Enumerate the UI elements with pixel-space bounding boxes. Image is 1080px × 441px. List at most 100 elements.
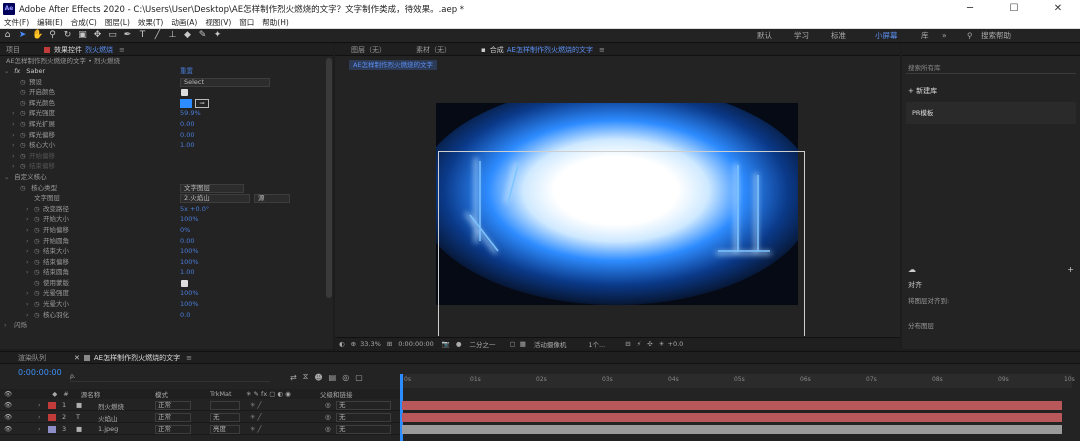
- cloud-icon[interactable]: ☁: [908, 265, 916, 274]
- panel-menu-icon[interactable]: ≡: [599, 46, 605, 54]
- home-icon[interactable]: ⌂: [2, 30, 13, 41]
- expand-arrow-icon[interactable]: ›: [26, 236, 34, 247]
- stopwatch-icon[interactable]: ◷: [20, 108, 29, 119]
- visibility-icon[interactable]: 👁: [4, 425, 12, 433]
- stopwatch-icon[interactable]: ◷: [34, 257, 43, 268]
- magnification-icon[interactable]: ⊕: [351, 340, 356, 348]
- stopwatch-icon[interactable]: ◷: [34, 225, 43, 236]
- flowchart-icon[interactable]: ✣: [647, 340, 652, 348]
- text-layer-dropdown[interactable]: 2.火焰山: [180, 194, 250, 204]
- workspace-small-screen[interactable]: 小屏幕: [875, 29, 898, 43]
- shy-layers-icon[interactable]: ☻: [314, 373, 322, 382]
- stopwatch-icon[interactable]: ◷: [34, 288, 43, 299]
- pickwhip-icon[interactable]: ◎: [325, 425, 331, 433]
- motion-blur-icon[interactable]: ◎: [342, 373, 349, 382]
- mode-dropdown[interactable]: 正常: [155, 425, 191, 434]
- expand-arrow-icon[interactable]: ›: [26, 267, 34, 278]
- expand-arrow-icon[interactable]: ›: [12, 151, 20, 162]
- property-value[interactable]: 59.9%: [180, 108, 201, 119]
- property-value[interactable]: 100%: [180, 257, 199, 268]
- stopwatch-icon[interactable]: ◷: [20, 98, 29, 109]
- layer-search-field[interactable]: ρ.: [70, 373, 270, 382]
- graph-editor-icon[interactable]: ▢: [355, 373, 363, 382]
- parent-dropdown[interactable]: 无: [336, 413, 391, 422]
- stopwatch-icon[interactable]: ◷: [20, 183, 29, 194]
- text-layer-source-dropdown[interactable]: 源: [254, 194, 290, 204]
- lock-icon[interactable]: ▪: [481, 46, 486, 54]
- pan-behind-tool-icon[interactable]: ✥: [92, 30, 103, 41]
- property-value[interactable]: 100%: [180, 299, 199, 310]
- stopwatch-icon[interactable]: ◷: [20, 87, 29, 98]
- composition-canvas[interactable]: [436, 103, 798, 305]
- add-icon[interactable]: +: [1067, 265, 1074, 274]
- checkbox[interactable]: [181, 89, 188, 97]
- camera-dropdown[interactable]: 活动摄像机: [534, 339, 567, 349]
- tab-effects-controls[interactable]: 效果控件: [54, 45, 82, 55]
- expand-arrow-icon[interactable]: ›: [26, 299, 34, 310]
- layer-duration-bar[interactable]: [402, 413, 1062, 422]
- stopwatch-icon[interactable]: ◷: [34, 278, 43, 289]
- label-color-swatch[interactable]: [48, 402, 56, 409]
- brush-tool-icon[interactable]: ╱: [152, 30, 163, 41]
- property-value[interactable]: 5x +0.0°: [180, 204, 209, 215]
- flicker-section[interactable]: › 闪烁: [4, 320, 333, 331]
- hand-tool-icon[interactable]: ✋: [32, 30, 43, 41]
- property-value[interactable]: 0%: [180, 225, 190, 236]
- roi-icon[interactable]: ▢: [510, 340, 516, 348]
- expand-arrow-icon[interactable]: ›: [26, 257, 34, 268]
- property-value[interactable]: 100%: [180, 288, 199, 299]
- views-dropdown[interactable]: 1个...: [588, 339, 605, 349]
- fx-icon[interactable]: fx: [14, 67, 20, 75]
- mode-dropdown[interactable]: 正常: [155, 413, 191, 422]
- rectangle-tool-icon[interactable]: ▭: [107, 30, 118, 41]
- comp-flowchart-icon[interactable]: ⇄: [290, 373, 297, 382]
- layer-switches-icons[interactable]: ✳ ╱: [250, 401, 261, 409]
- property-value[interactable]: 0.00: [180, 130, 194, 141]
- checkbox[interactable]: [181, 279, 188, 287]
- fast-preview-icon[interactable]: ⚡: [637, 340, 642, 348]
- stopwatch-icon[interactable]: ◷: [20, 140, 29, 151]
- column-mode[interactable]: 模式: [155, 389, 168, 399]
- collapse-arrow-icon[interactable]: ⌄: [4, 66, 12, 77]
- layer-name[interactable]: 火焰山: [98, 413, 118, 423]
- frame-blending-icon[interactable]: ▤: [329, 373, 337, 382]
- menu-edit[interactable]: 编辑(E): [37, 17, 63, 28]
- expand-arrow-icon[interactable]: ›: [4, 320, 12, 331]
- zoom-tool-icon[interactable]: ⚲: [47, 30, 58, 41]
- tab-project[interactable]: 项目: [6, 45, 20, 55]
- property-value[interactable]: 100%: [180, 246, 199, 257]
- pen-tool-icon[interactable]: ✒: [122, 30, 133, 41]
- stopwatch-icon[interactable]: ◷: [20, 161, 29, 172]
- color-channel-icon[interactable]: ●: [456, 340, 462, 348]
- stopwatch-icon[interactable]: ◷: [20, 119, 29, 130]
- close-button[interactable]: ✕: [1036, 0, 1080, 17]
- menu-composition[interactable]: 合成(C): [71, 17, 97, 28]
- label-color-swatch[interactable]: [48, 414, 56, 421]
- expand-arrow-icon[interactable]: ›: [12, 161, 20, 172]
- av-features-icon[interactable]: 👁: [4, 390, 12, 398]
- pickwhip-icon[interactable]: ◎: [325, 413, 331, 421]
- expand-arrow-icon[interactable]: ›: [38, 401, 41, 409]
- timecode[interactable]: 0:00:00:00: [398, 340, 434, 348]
- workspace-default[interactable]: 默认: [757, 29, 772, 43]
- layer-name[interactable]: 1.jpeg: [98, 425, 118, 433]
- expand-arrow-icon[interactable]: ›: [26, 246, 34, 257]
- color-swatch[interactable]: [180, 98, 192, 108]
- layer-switches-icons[interactable]: ✳ ╱: [250, 425, 261, 433]
- rotate-tool-icon[interactable]: ↻: [62, 30, 73, 41]
- tab-composition[interactable]: AE怎样制作烈火燃烧的文字: [94, 353, 180, 363]
- parent-dropdown[interactable]: 无: [336, 401, 391, 410]
- layer-duration-bar[interactable]: [402, 425, 1062, 434]
- custom-core-section[interactable]: ⌄ 自定义核心: [4, 172, 333, 183]
- tab-composition[interactable]: 合成: [490, 45, 504, 55]
- column-trkmat[interactable]: TrkMat: [210, 390, 232, 398]
- label-color-swatch[interactable]: [48, 426, 56, 433]
- stopwatch-icon[interactable]: ◷: [20, 77, 29, 88]
- property-value[interactable]: 1.00: [180, 267, 194, 278]
- expand-arrow-icon[interactable]: ›: [26, 214, 34, 225]
- selection-tool-icon[interactable]: ➤: [17, 30, 28, 41]
- expand-arrow-icon[interactable]: ›: [38, 425, 41, 433]
- eraser-tool-icon[interactable]: ◆: [182, 30, 193, 41]
- exposure-value[interactable]: +0.0: [668, 340, 684, 348]
- expand-arrow-icon[interactable]: ›: [26, 288, 34, 299]
